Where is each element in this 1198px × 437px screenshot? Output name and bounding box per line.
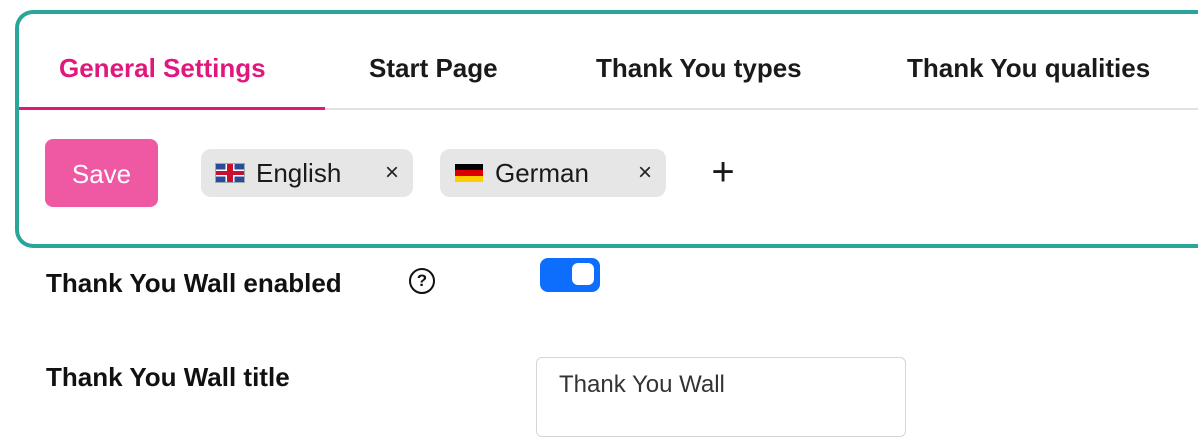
uk-flag-icon xyxy=(215,163,245,183)
add-language-button[interactable]: + xyxy=(703,146,743,198)
tab-thank-you-types[interactable]: Thank You types xyxy=(596,38,802,108)
language-chip-label: English xyxy=(256,157,342,188)
tab-thank-you-qualities[interactable]: Thank You qualities xyxy=(907,38,1150,108)
help-icon[interactable]: ? xyxy=(409,268,435,294)
language-chip-label: German xyxy=(495,157,589,188)
remove-german-icon[interactable]: × xyxy=(638,149,652,197)
settings-tab-bar: General Settings Start Page Thank You ty… xyxy=(19,38,1198,110)
germany-flag-icon xyxy=(455,164,483,182)
thank-you-wall-enabled-label: Thank You Wall enabled xyxy=(46,268,342,298)
save-button[interactable]: Save xyxy=(45,139,158,207)
tab-general-settings[interactable]: General Settings xyxy=(59,38,266,108)
tab-start-page[interactable]: Start Page xyxy=(369,38,498,108)
remove-english-icon[interactable]: × xyxy=(385,149,399,197)
active-tab-indicator xyxy=(19,107,325,110)
thank-you-wall-enabled-toggle[interactable] xyxy=(540,258,600,292)
language-chip-english[interactable]: English × xyxy=(201,149,413,197)
thank-you-wall-title-input[interactable] xyxy=(536,357,906,437)
thank-you-wall-title-label: Thank You Wall title xyxy=(46,362,290,392)
language-chip-german[interactable]: German × xyxy=(440,149,666,197)
toggle-knob xyxy=(572,263,594,285)
